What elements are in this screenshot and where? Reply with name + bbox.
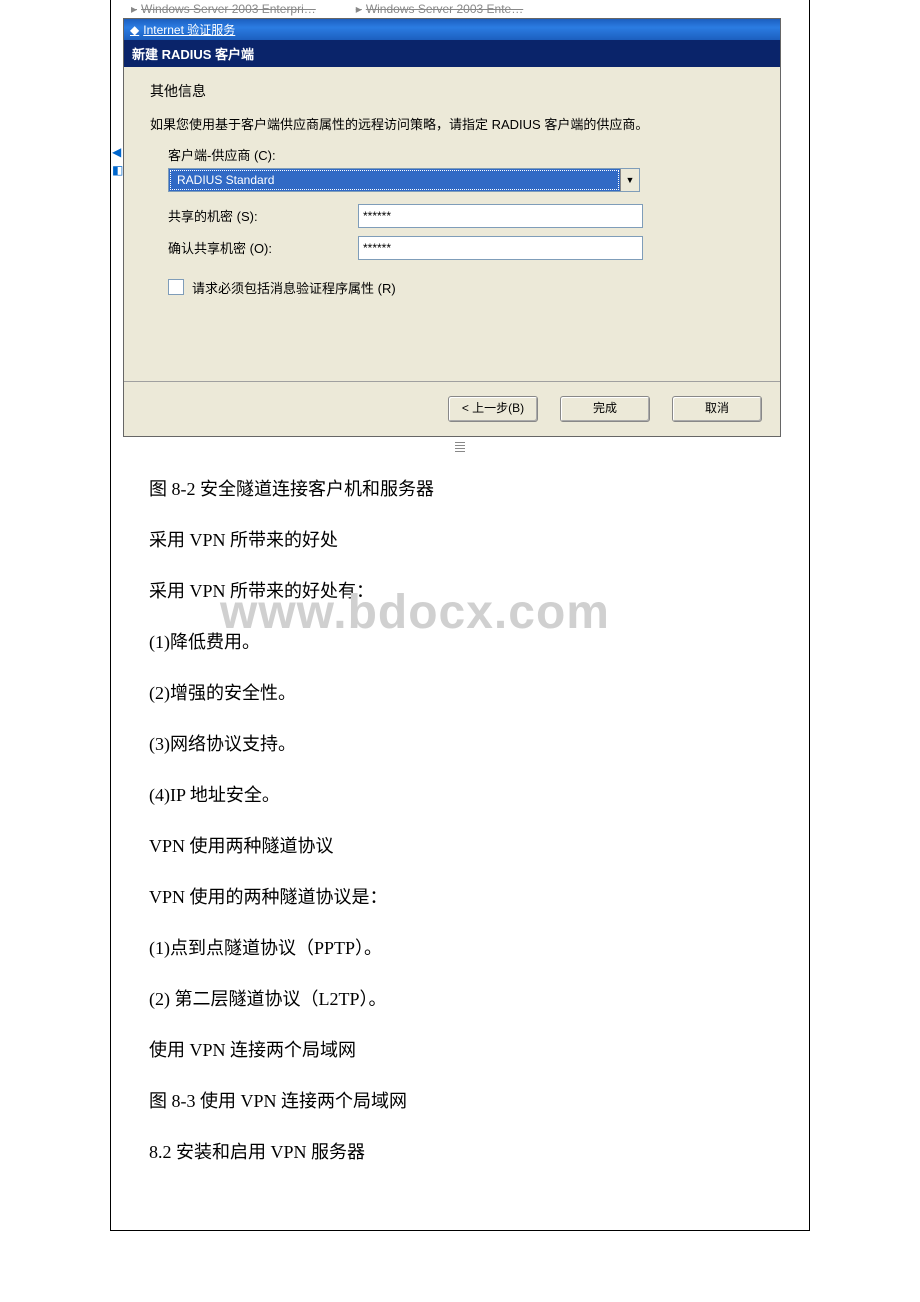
parent-window-titlebar: ◆ Internet 验证服务 (124, 19, 780, 40)
vendor-dropdown-value: RADIUS Standard (170, 170, 619, 190)
taskbar-item: ▸ Windows Server 2003 Enterpri… (131, 2, 316, 16)
nav-icon: ◧ (112, 163, 124, 177)
checkbox-label: 请求必须包括消息验证程序属性 (R) (192, 278, 396, 297)
section-heading: 8.2 安装和启用 VPN 服务器 (149, 1139, 771, 1166)
shared-secret-label: 共享的机密 (S): (168, 206, 358, 225)
vendor-label: 客户端-供应商 (C): (168, 145, 762, 164)
window-icon: ▸ (131, 2, 137, 16)
dialog-titlebar: 新建 RADIUS 客户端 (124, 40, 780, 67)
list-item: (3)网络协议支持。 (149, 731, 771, 758)
window-icon: ▸ (356, 2, 362, 16)
parent-window-title: Internet 验证服务 (143, 21, 235, 38)
list-item: (2) 第二层隧道协议（L2TP）。 (149, 986, 771, 1013)
list-item: (1)降低费用。 (149, 629, 771, 656)
chevron-down-icon[interactable]: ▼ (620, 169, 639, 191)
shared-secret-input[interactable] (358, 204, 643, 228)
taskbar-remnant: ▸ Windows Server 2003 Enterpri… ▸ Window… (111, 0, 809, 18)
help-text: 如果您使用基于客户端供应商属性的远程访问策略，请指定 RADIUS 客户端的供应… (150, 115, 762, 135)
dialog-title: 新建 RADIUS 客户端 (132, 47, 254, 62)
left-margin-icons: ◀ ◧ (112, 145, 124, 177)
nav-left-icon: ◀ (112, 145, 124, 159)
list-item: (4)IP 地址安全。 (149, 782, 771, 809)
paragraph: 采用 VPN 所带来的好处 (149, 527, 771, 554)
caption: 图 8-3 使用 VPN 连接两个局域网 (149, 1088, 771, 1115)
paragraph: VPN 使用的两种隧道协议是： (149, 884, 771, 911)
list-item: (1)点到点隧道协议（PPTP）。 (149, 935, 771, 962)
paragraph: 采用 VPN 所带来的好处有： (149, 578, 771, 605)
back-button[interactable]: < 上一步(B) (448, 396, 538, 422)
list-item: (2)增强的安全性。 (149, 680, 771, 707)
taskbar-item: ▸ Windows Server 2003 Ente… (356, 2, 523, 16)
paragraph: 使用 VPN 连接两个局域网 (149, 1037, 771, 1064)
message-authenticator-checkbox[interactable] (168, 279, 184, 295)
resize-handle-icon (455, 440, 465, 452)
app-icon: ◆ (130, 23, 139, 37)
caption: 图 8-2 安全隧道连接客户机和服务器 (149, 476, 771, 503)
vendor-dropdown[interactable]: RADIUS Standard ▼ (168, 168, 640, 192)
radius-wizard-dialog: ◆ Internet 验证服务 新建 RADIUS 客户端 其他信息 如果您使用… (123, 18, 781, 437)
paragraph: VPN 使用两种隧道协议 (149, 833, 771, 860)
taskbar-text: Windows Server 2003 Enterpri… (141, 2, 316, 16)
finish-button[interactable]: 完成 (560, 396, 650, 422)
cancel-button[interactable]: 取消 (672, 396, 762, 422)
document-body: 图 8-2 安全隧道连接客户机和服务器 采用 VPN 所带来的好处 采用 VPN… (149, 476, 771, 1166)
confirm-secret-label: 确认共享机密 (O): (168, 238, 358, 257)
taskbar-text: Windows Server 2003 Ente… (366, 2, 523, 16)
confirm-secret-input[interactable] (358, 236, 643, 260)
section-heading: 其他信息 (150, 81, 762, 101)
